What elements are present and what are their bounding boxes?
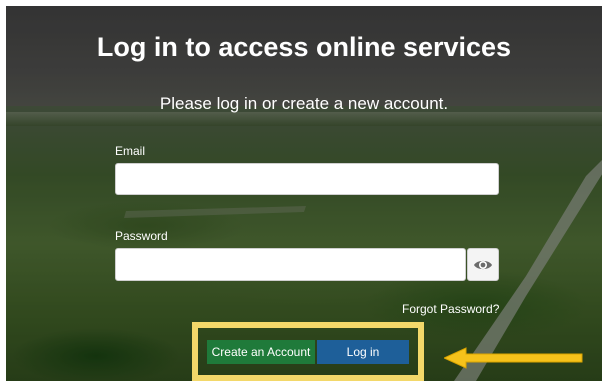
forgot-password-link[interactable]: Forgot Password? <box>402 302 499 316</box>
login-button[interactable]: Log in <box>317 340 409 364</box>
create-account-button[interactable]: Create an Account <box>207 340 315 364</box>
email-label: Email <box>115 144 146 158</box>
eye-icon <box>474 260 492 269</box>
login-screen: Log in to access online services Please … <box>6 6 602 381</box>
show-password-button[interactable] <box>467 248 499 281</box>
password-label: Password <box>115 229 168 243</box>
email-input[interactable] <box>115 163 499 195</box>
arrow-left-icon <box>444 347 583 369</box>
page-title: Log in to access online services <box>96 32 512 62</box>
page-subtitle: Please log in or create a new account. <box>159 94 449 113</box>
password-input[interactable] <box>115 248 466 281</box>
